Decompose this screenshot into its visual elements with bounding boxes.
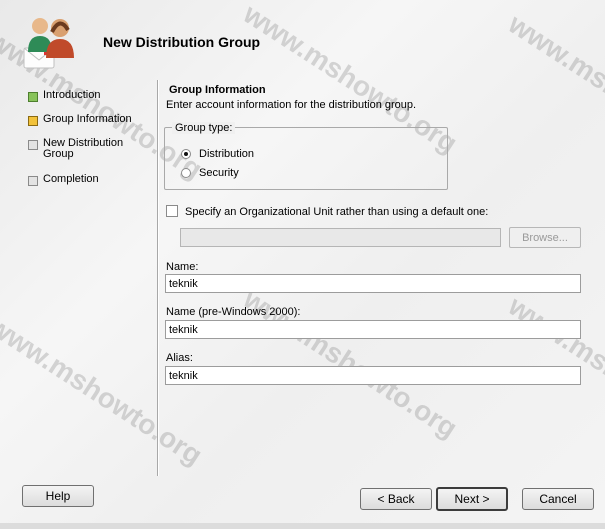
step-label: New Distribution Group [43, 137, 124, 160]
window-bottom-edge [0, 523, 605, 529]
alias-label: Alias: [166, 352, 193, 364]
step-status-icon [28, 92, 38, 102]
step-label: Completion [43, 173, 99, 185]
name-label: Name: [166, 261, 199, 273]
users-group-icon [22, 12, 78, 70]
step-label: Introduction [43, 89, 101, 101]
step-status-icon [28, 140, 38, 150]
step-group-information: Group Information [28, 114, 158, 126]
pre2000-name-field[interactable] [165, 320, 581, 339]
step-status-icon [28, 176, 38, 186]
radio-label: Distribution [199, 148, 255, 160]
step-label: Group Information [43, 113, 132, 125]
ou-checkbox[interactable] [166, 205, 178, 217]
radio-label: Security [199, 167, 239, 179]
section-title: Group Information [169, 84, 266, 96]
ou-checkbox-label: Specify an Organizational Unit rather th… [185, 206, 489, 218]
browse-button-label: Browse... [522, 231, 568, 244]
section-description: Enter account information for the distri… [166, 99, 417, 111]
back-button[interactable]: < Back [360, 488, 432, 510]
browse-button[interactable]: Browse... [509, 227, 581, 248]
group-type-legend: Group type: [172, 122, 236, 134]
wizard-header: New Distribution Group [0, 0, 605, 72]
next-button[interactable]: Next > [436, 487, 508, 511]
nav-divider [157, 80, 159, 476]
help-button[interactable]: Help [22, 485, 94, 507]
alias-field[interactable] [165, 366, 581, 385]
name-field[interactable] [165, 274, 581, 293]
step-status-icon [28, 116, 38, 126]
ou-field [180, 228, 501, 247]
radio-selected-icon[interactable] [181, 149, 191, 159]
cancel-button[interactable]: Cancel [522, 488, 594, 510]
radio-security[interactable]: Security [181, 167, 239, 179]
pre2000-name-label: Name (pre-Windows 2000): [166, 306, 301, 318]
step-introduction: Introduction [28, 90, 158, 102]
radio-distribution[interactable]: Distribution [181, 148, 254, 160]
step-new-distribution-group: New Distribution Group [28, 138, 158, 160]
page-title: New Distribution Group [103, 34, 261, 50]
radio-unselected-icon[interactable] [181, 168, 191, 178]
step-completion: Completion [28, 174, 158, 186]
